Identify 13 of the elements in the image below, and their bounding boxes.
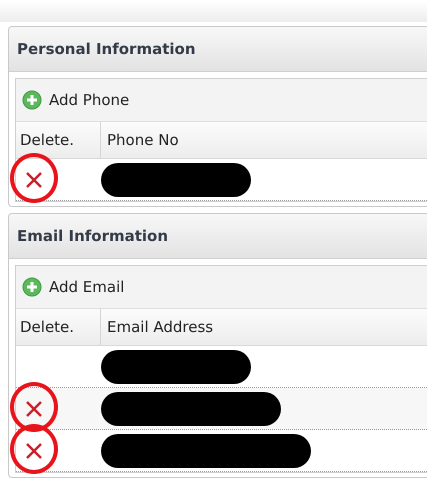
- column-header: Phone No: [106, 130, 180, 151]
- add-button[interactable]: Add Phone: [16, 85, 136, 115]
- plus-circle-icon: [22, 90, 42, 110]
- column-header: Delete.: [16, 309, 101, 345]
- column-header: Email Address: [106, 317, 214, 338]
- column-header: Delete.: [16, 122, 101, 158]
- delete-icon[interactable]: [24, 398, 44, 418]
- delete-icon[interactable]: [24, 440, 44, 460]
- plus-circle-icon: [22, 277, 42, 297]
- panel-title: Email Information: [9, 214, 427, 259]
- delete-icon[interactable]: [24, 170, 44, 190]
- panel-title: Personal Information: [9, 27, 427, 72]
- add-button[interactable]: Add Email: [16, 272, 130, 302]
